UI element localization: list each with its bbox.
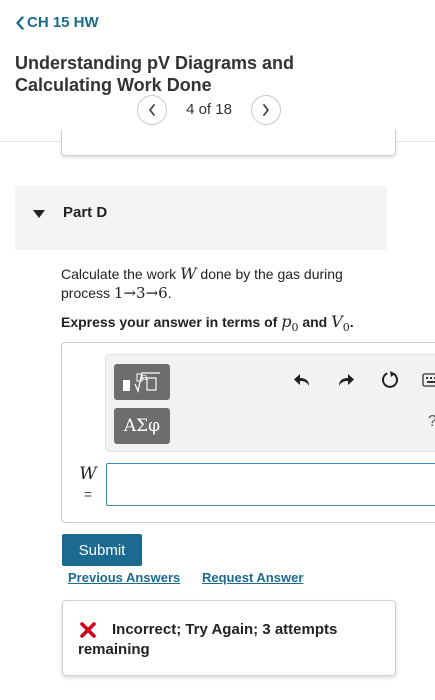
- item-pager: 4 of 18: [0, 93, 435, 129]
- symbols-button[interactable]: ΑΣφ: [114, 408, 170, 444]
- answer-input[interactable]: [106, 463, 435, 506]
- math-toolbar: a ΑΣφ ?: [105, 354, 435, 452]
- templates-icon: a: [123, 372, 160, 394]
- math-variable-v0: V0: [331, 312, 350, 335]
- feedback-box: Incorrect; Try Again; 3 attempts remaini…: [62, 600, 396, 676]
- previous-part-box: [61, 130, 396, 156]
- math-symbol: V: [331, 312, 343, 331]
- answer-variable: W: [79, 464, 97, 484]
- question-text-part: .: [167, 285, 172, 301]
- next-item-button[interactable]: [251, 95, 281, 125]
- answer-instruction: Express your answer in terms of p0 and V…: [61, 312, 411, 334]
- page-title: Understanding pV Diagrams and Calculatin…: [15, 53, 295, 95]
- item-counter: 4 of 18: [186, 101, 232, 118]
- answer-variable-label: W =: [76, 464, 100, 502]
- math-variable-p0: p0: [281, 312, 298, 334]
- submit-button[interactable]: Submit: [62, 534, 142, 566]
- chevron-left-icon: [16, 15, 24, 30]
- redo-icon[interactable]: [335, 369, 357, 391]
- question-text-part: Calculate the work: [61, 266, 181, 282]
- previous-item-button[interactable]: [137, 95, 167, 125]
- question-text: Calculate the work W done by the gas dur…: [61, 264, 391, 303]
- instruction-text-part: .: [349, 314, 354, 330]
- math-symbol: p: [281, 312, 292, 331]
- back-link[interactable]: CH 15 HW: [15, 14, 99, 31]
- instruction-text-part: Express your answer in terms of: [61, 314, 282, 330]
- math-process: 1→3→6: [113, 284, 168, 302]
- reset-icon[interactable]: [379, 369, 401, 391]
- help-icon[interactable]: ?: [428, 413, 435, 431]
- answer-equals: =: [83, 486, 93, 502]
- undo-icon[interactable]: [291, 369, 313, 391]
- instruction-text-part: and: [298, 314, 332, 330]
- feedback-message: Incorrect; Try Again; 3 attempts remaini…: [78, 621, 338, 658]
- caret-down-icon: [33, 210, 45, 218]
- chevron-right-icon: [263, 104, 269, 116]
- math-variable-w: W: [180, 264, 197, 283]
- part-header[interactable]: Part D: [15, 186, 387, 250]
- part-label: Part D: [63, 204, 108, 221]
- back-link-label: CH 15 HW: [27, 14, 99, 31]
- chevron-left-icon: [149, 104, 155, 116]
- math-subscript: 0: [342, 321, 350, 335]
- request-answer-link[interactable]: Request Answer: [202, 570, 303, 585]
- templates-button[interactable]: a: [114, 364, 170, 400]
- keyboard-icon[interactable]: [421, 369, 435, 391]
- previous-answers-link[interactable]: Previous Answers: [68, 570, 180, 585]
